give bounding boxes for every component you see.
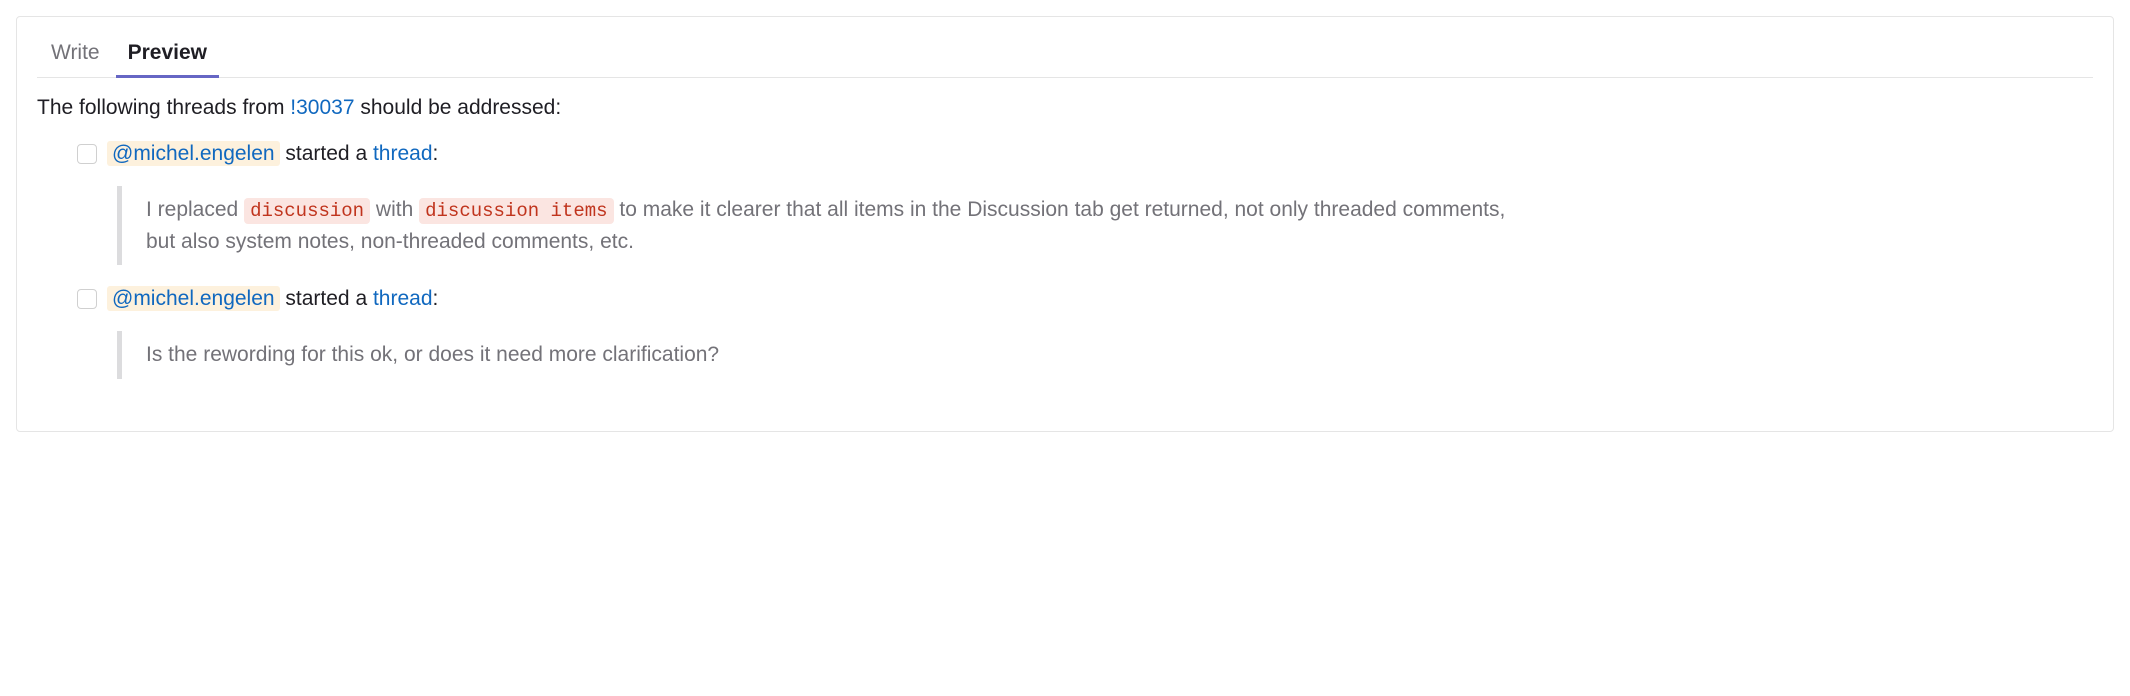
tab-preview[interactable]: Preview bbox=[114, 33, 221, 77]
colon-text: : bbox=[433, 142, 439, 165]
started-a-text: started a bbox=[280, 287, 373, 310]
intro-prefix: The following threads from bbox=[37, 96, 290, 119]
tab-write[interactable]: Write bbox=[37, 33, 114, 77]
thread-item: @michel.engelen started a thread: Is the… bbox=[77, 287, 2093, 379]
colon-text: : bbox=[433, 287, 439, 310]
thread-head: @michel.engelen started a thread: bbox=[77, 142, 2093, 166]
thread-quote: Is the rewording for this ok, or does it… bbox=[117, 331, 1517, 379]
intro-text: The following threads from !30037 should… bbox=[37, 96, 2093, 120]
thread-head-text: @michel.engelen started a thread: bbox=[107, 142, 438, 166]
task-checkbox[interactable] bbox=[77, 144, 97, 164]
intro-suffix: should be addressed: bbox=[355, 96, 562, 119]
code-inline: discussion items bbox=[419, 198, 613, 224]
quote-text-mid: with bbox=[370, 198, 419, 221]
thread-item: @michel.engelen started a thread: I repl… bbox=[77, 142, 2093, 265]
merge-request-link[interactable]: !30037 bbox=[290, 96, 354, 119]
thread-link[interactable]: thread bbox=[373, 142, 433, 165]
thread-head-text: @michel.engelen started a thread: bbox=[107, 287, 438, 311]
thread-head: @michel.engelen started a thread: bbox=[77, 287, 2093, 311]
thread-list: @michel.engelen started a thread: I repl… bbox=[37, 142, 2093, 379]
thread-link[interactable]: thread bbox=[373, 287, 433, 310]
user-mention[interactable]: @michel.engelen bbox=[107, 141, 280, 166]
user-mention[interactable]: @michel.engelen bbox=[107, 286, 280, 311]
quote-text-pre: I replaced bbox=[146, 198, 244, 221]
task-checkbox[interactable] bbox=[77, 289, 97, 309]
started-a-text: started a bbox=[280, 142, 373, 165]
quote-text: Is the rewording for this ok, or does it… bbox=[146, 343, 719, 366]
thread-quote: I replaced discussion with discussion it… bbox=[117, 186, 1517, 265]
comment-panel: Write Preview The following threads from… bbox=[16, 16, 2114, 432]
code-inline: discussion bbox=[244, 198, 370, 224]
tabs: Write Preview bbox=[37, 33, 2093, 78]
